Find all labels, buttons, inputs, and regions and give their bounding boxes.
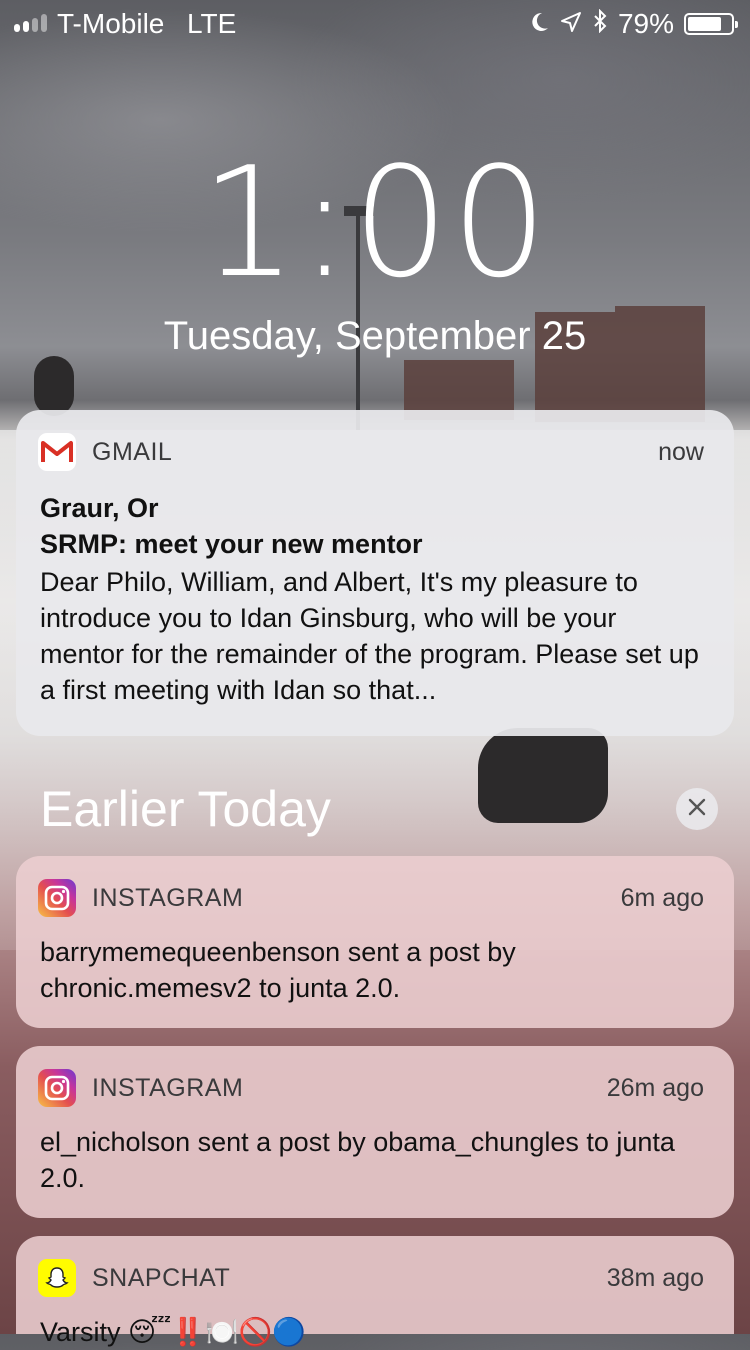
notification-header: INSTAGRAM 26m ago bbox=[38, 1068, 704, 1108]
bluetooth-icon bbox=[592, 8, 608, 40]
notification-header: INSTAGRAM 6m ago bbox=[38, 878, 704, 918]
notification-app-name: INSTAGRAM bbox=[92, 883, 244, 912]
lock-screen-date: Tuesday, September 25 bbox=[163, 314, 587, 358]
notification-time: 38m ago bbox=[606, 1263, 704, 1292]
notification-time: 26m ago bbox=[606, 1073, 704, 1102]
notification-time: 6m ago bbox=[620, 883, 704, 912]
notification-app-name: SNAPCHAT bbox=[92, 1263, 231, 1292]
status-bar: T-Mobile LTE 79% bbox=[0, 0, 750, 48]
instagram-icon bbox=[38, 1069, 76, 1107]
lock-screen-time: 1:00 bbox=[200, 134, 550, 311]
notification-snapchat[interactable]: SNAPCHAT 38m ago Varsity 😴‼️🍽️🚫🔵 bbox=[16, 1236, 734, 1347]
battery-percent: 79% bbox=[617, 8, 674, 39]
wallpaper-person-sledding bbox=[478, 728, 608, 823]
earlier-today-heading: Earlier Today bbox=[40, 781, 331, 837]
gmail-icon bbox=[38, 433, 76, 471]
notification-message: Varsity 😴‼️🍽️🚫🔵 bbox=[40, 1317, 306, 1347]
notification-app-name: GMAIL bbox=[92, 437, 173, 466]
moon-icon bbox=[528, 8, 550, 40]
snapchat-icon bbox=[38, 1259, 76, 1297]
status-icons: 79% bbox=[528, 8, 738, 40]
notification-message: Dear Philo, William, and Albert, It's my… bbox=[40, 567, 699, 705]
close-icon bbox=[688, 798, 706, 821]
notification-message: el_nicholson sent a post by obama_chungl… bbox=[40, 1127, 675, 1193]
notification-subject: SRMP: meet your new mentor bbox=[40, 529, 423, 559]
battery-icon bbox=[684, 13, 738, 35]
carrier-label: T-Mobile bbox=[57, 8, 165, 39]
notification-app-name: INSTAGRAM bbox=[92, 1073, 244, 1102]
notification-header: SNAPCHAT 38m ago bbox=[38, 1258, 704, 1298]
notification-sender: Graur, Or bbox=[40, 493, 159, 523]
signal-strength-icon bbox=[14, 14, 47, 32]
notification-instagram[interactable]: INSTAGRAM 6m ago barrymemequeenbenson se… bbox=[16, 856, 734, 1028]
notification-instagram[interactable]: INSTAGRAM 26m ago el_nicholson sent a po… bbox=[16, 1046, 734, 1218]
location-arrow-icon bbox=[560, 8, 582, 40]
notification-message: barrymemequeenbenson sent a post by chro… bbox=[40, 937, 516, 1003]
notification-time: now bbox=[658, 437, 704, 466]
instagram-icon bbox=[38, 879, 76, 917]
notification-header: GMAIL now bbox=[38, 432, 704, 472]
clear-notifications-button[interactable] bbox=[676, 788, 718, 830]
notification-gmail[interactable]: GMAIL now Graur, Or SRMP: meet your new … bbox=[16, 410, 734, 736]
wallpaper-person bbox=[34, 356, 74, 416]
network-type: LTE bbox=[187, 8, 237, 39]
